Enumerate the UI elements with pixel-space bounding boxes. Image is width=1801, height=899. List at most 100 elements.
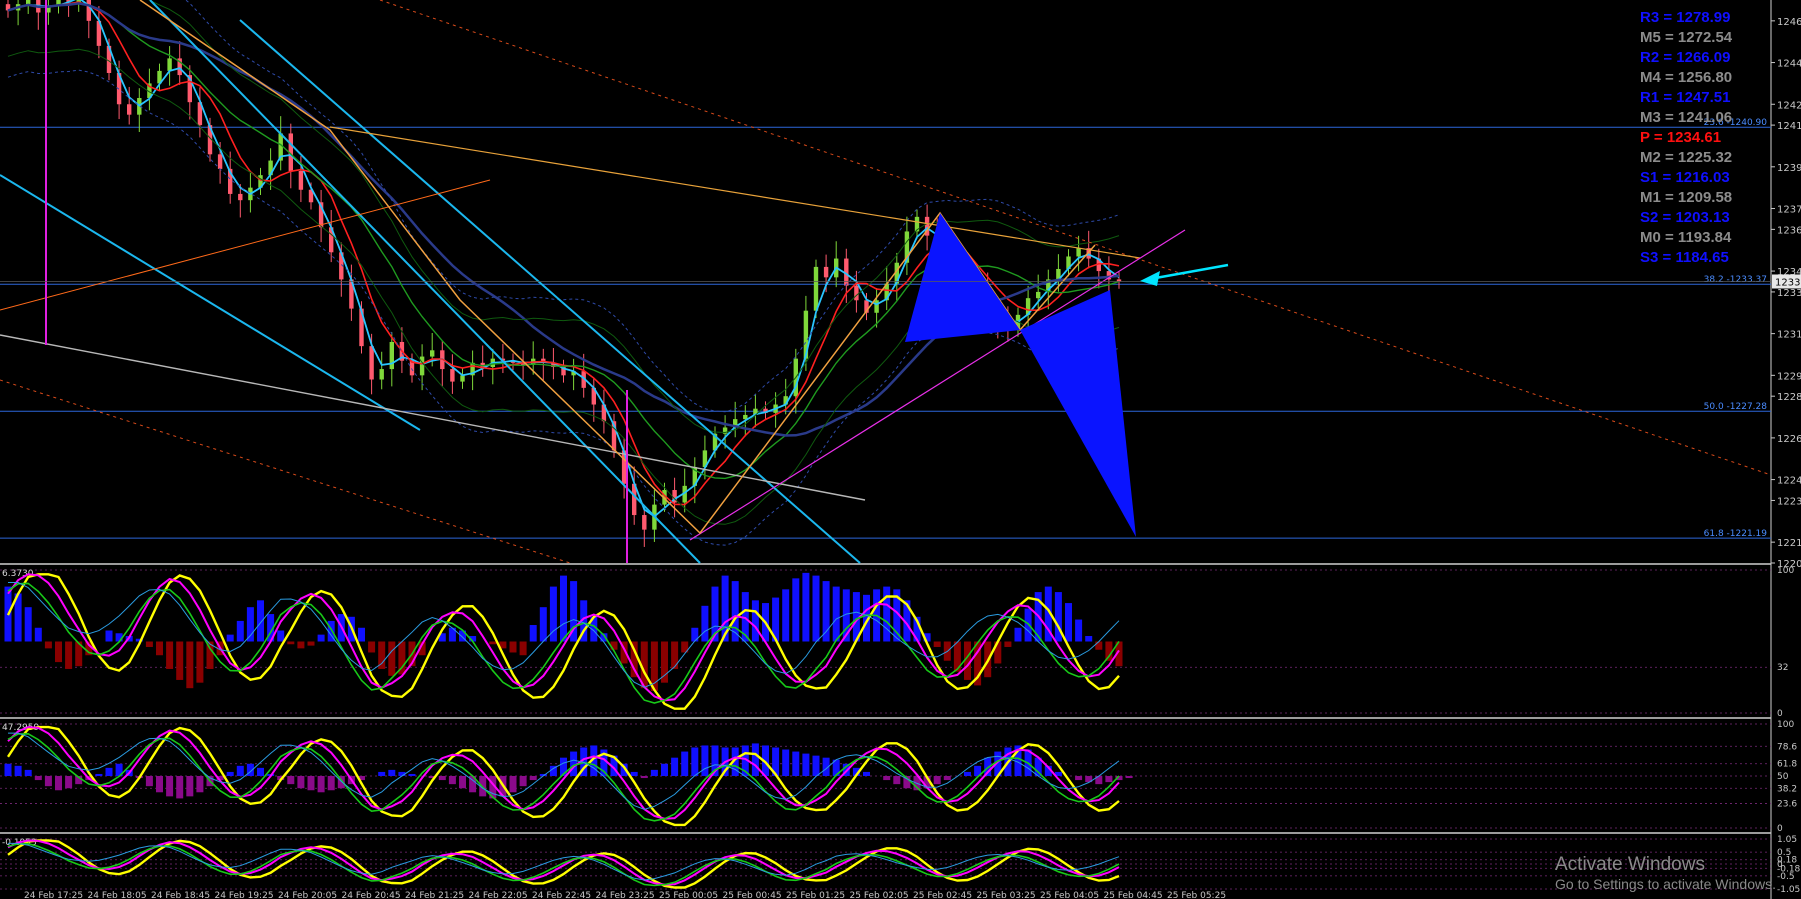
price-tick-label: 1233	[1777, 288, 1801, 299]
pivot-level-label: S1 = 1216.03	[1640, 169, 1730, 186]
indicator-level-label: -1.05	[1777, 885, 1800, 895]
histogram-bar	[317, 776, 325, 793]
histogram-bar	[782, 589, 790, 642]
price-tick-label: 1236	[1777, 225, 1801, 236]
candle-body	[1036, 291, 1041, 299]
time-tick-label: 25 Feb 00:05	[659, 891, 718, 899]
chart-background	[0, 0, 1801, 899]
price-tick-label: 1220	[1777, 559, 1801, 570]
candle-body	[419, 356, 425, 376]
pivot-level-label: R1 = 1247.51	[1640, 89, 1731, 106]
indicator-level-label: 78.6	[1777, 742, 1797, 752]
histogram-bar	[448, 776, 456, 785]
histogram-bar	[701, 605, 709, 642]
histogram-bar	[459, 776, 466, 789]
histogram-bar	[196, 641, 204, 683]
histogram-bar	[943, 776, 951, 781]
price-tick-label: 1242	[1777, 100, 1801, 111]
histogram-bar	[630, 771, 638, 776]
histogram-bar	[388, 769, 396, 776]
pivot-level-label: M3 = 1241.06	[1640, 109, 1733, 126]
histogram-bar	[388, 641, 396, 676]
chart[interactable]: 23.6 -1240.9038.2 -1233.3750.0 -1227.286…	[0, 0, 1801, 899]
time-tick-label: 25 Feb 02:45	[913, 891, 972, 899]
histogram-bar	[246, 607, 254, 642]
histogram-bar	[661, 763, 668, 776]
price-tick-label: 1228	[1777, 392, 1801, 403]
indicator-level-label: -0.5	[1777, 872, 1795, 882]
time-tick-label: 24 Feb 18:45	[151, 891, 210, 899]
candle-body	[389, 341, 394, 370]
histogram-bar	[812, 755, 820, 776]
histogram-bar	[55, 776, 62, 791]
pivot-level-label: M5 = 1272.54	[1640, 29, 1733, 46]
time-tick-label: 24 Feb 21:25	[405, 891, 464, 899]
histogram-bar	[883, 776, 891, 781]
candle-body	[642, 515, 647, 530]
histogram-bar	[933, 776, 941, 785]
price-tick-label: 1237	[1777, 205, 1801, 216]
time-tick-label: 25 Feb 04:05	[1040, 891, 1099, 899]
indicator-level-label: 100	[1777, 720, 1794, 730]
histogram-bar	[1075, 619, 1083, 642]
candle-body	[450, 369, 455, 382]
indicator-level-label: 50	[1777, 772, 1789, 782]
histogram-bar	[832, 586, 840, 642]
histogram-bar	[519, 776, 527, 787]
histogram-bar	[378, 771, 386, 776]
histogram-bar	[883, 586, 891, 642]
pivot-level-label: M2 = 1225.32	[1640, 149, 1733, 166]
candle-body	[823, 266, 829, 278]
histogram-bar	[529, 776, 537, 781]
time-tick-label: 25 Feb 00:45	[723, 891, 782, 899]
candle-body	[813, 266, 819, 311]
candle-body	[26, 0, 31, 5]
histogram-bar	[95, 773, 103, 776]
histogram-bar	[105, 767, 113, 776]
price-tick-label: 1246	[1777, 17, 1801, 28]
histogram-bar	[539, 607, 547, 642]
candle-body	[217, 154, 223, 169]
histogram-bar	[438, 776, 446, 781]
histogram-bar	[671, 757, 679, 776]
histogram-bar	[509, 776, 517, 793]
histogram-bar	[186, 776, 194, 797]
histogram-bar	[964, 771, 971, 776]
histogram-bar	[509, 641, 517, 653]
histogram-bar	[166, 776, 174, 797]
histogram-bar	[307, 776, 315, 791]
candle-body	[86, 0, 91, 21]
histogram-bar	[287, 641, 295, 645]
pivot-level-label: S2 = 1203.13	[1640, 209, 1730, 226]
histogram-bar	[358, 627, 365, 642]
pivot-levels-legend: R3 = 1278.99 M5 = 1272.54 R2 = 1266.09 M4 =…	[1640, 8, 1750, 268]
histogram-bar	[1004, 641, 1012, 647]
candle-body	[460, 375, 465, 382]
histogram-bar	[156, 641, 163, 656]
histogram-bar	[691, 747, 699, 776]
histogram-bar	[34, 776, 42, 781]
histogram-bar	[176, 641, 184, 680]
histogram-bar	[782, 749, 790, 776]
indicator-level-label: 23.6	[1777, 799, 1797, 809]
histogram-bar	[1024, 608, 1032, 642]
indicator-level-label: 0	[1777, 709, 1783, 719]
histogram-bar	[1095, 641, 1103, 650]
time-tick-label: 25 Feb 05:25	[1167, 891, 1226, 899]
windows-activation-watermark: Activate Windows Go to Settings to activ…	[1555, 854, 1776, 892]
histogram-bar	[257, 767, 264, 776]
pivot-level-label: M4 = 1256.80	[1640, 69, 1733, 86]
candle-body	[430, 350, 435, 357]
histogram-bar	[44, 776, 52, 787]
time-tick-label: 24 Feb 18:05	[88, 891, 147, 899]
candle-body	[379, 369, 384, 380]
price-tick-label: 1226	[1777, 434, 1801, 445]
histogram-bar	[166, 641, 174, 669]
histogram-bar	[368, 641, 376, 653]
pivot-level-label: M1 = 1209.58	[1640, 189, 1733, 206]
histogram-bar	[226, 771, 234, 776]
histogram-bar	[1085, 636, 1093, 642]
time-tick-label: 25 Feb 03:25	[977, 891, 1036, 899]
histogram-bar	[156, 776, 163, 793]
histogram-bar	[893, 776, 901, 785]
